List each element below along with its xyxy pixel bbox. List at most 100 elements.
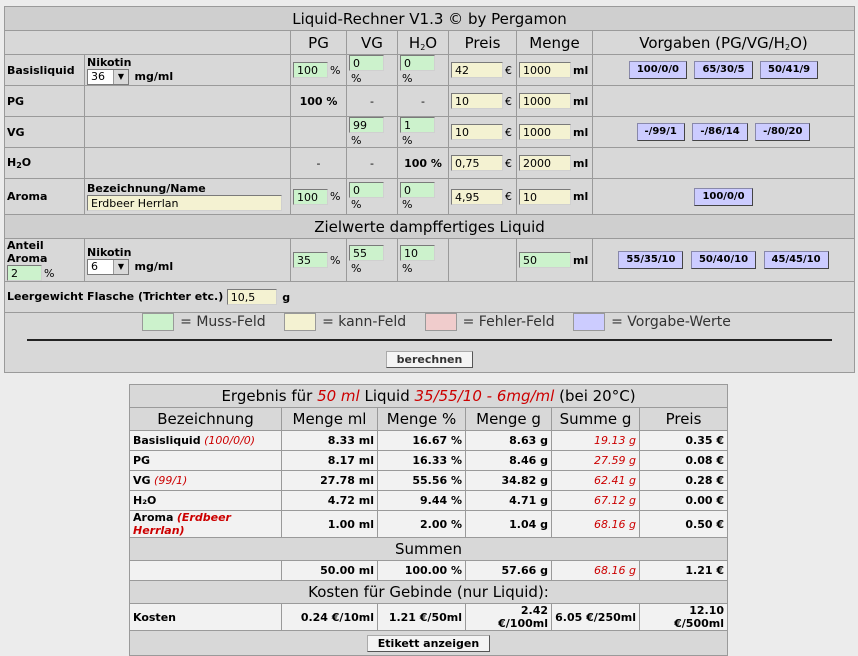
- row-name: H₂O: [133, 494, 157, 507]
- pg-empty: [84, 85, 291, 117]
- basis-pg-input[interactable]: 100: [293, 62, 328, 78]
- row-sum: 27.59 g: [551, 450, 640, 471]
- aroma-preset-button-1[interactable]: 100/0/0: [694, 187, 753, 206]
- row-vg: VG 99% 1% 10 € 1000 ml -/99/1 -/86/14 -/80…: [4, 116, 855, 148]
- row-preis: 0.35 €: [639, 430, 728, 451]
- aroma-name-input[interactable]: Erdbeer Herrlan: [87, 195, 282, 211]
- table-row: Aroma (Erdbeer Herrlan) 1.00 ml 2.00 % 1…: [129, 510, 728, 538]
- h2o-presets-empty: [592, 147, 855, 179]
- h2o-preis-input[interactable]: 0,75: [451, 155, 503, 171]
- ziel-nikotin-select[interactable]: 6 ▼: [87, 258, 129, 275]
- flasche-label: Leergewicht Flasche (Trichter etc.): [7, 290, 224, 303]
- table-row: PG 8.17 ml 16.33 % 8.46 g 27.59 g 0.08 €: [129, 450, 728, 471]
- chevron-down-icon: ▼: [113, 69, 128, 84]
- summen-g: 57.66 g: [465, 560, 552, 581]
- pg-menge-input[interactable]: 1000: [519, 93, 571, 109]
- ziel-vg-input[interactable]: 55: [349, 245, 384, 262]
- app-title: Liquid-Rechner V1.3 © by Pergamon: [4, 6, 855, 31]
- pct-unit: %: [330, 253, 341, 267]
- row-note: (99/1): [154, 474, 188, 487]
- result-title: Ergebnis für 50 ml Liquid 35/55/10 - 6mg…: [129, 384, 728, 408]
- row-name: VG: [133, 474, 151, 487]
- ziel-preset-button-3[interactable]: 45/45/10: [763, 251, 829, 269]
- aroma-vg-input[interactable]: 0: [349, 181, 384, 198]
- ziel-preset-button-2[interactable]: 50/40/10: [690, 251, 757, 269]
- eur-unit: €: [505, 156, 512, 170]
- row-aroma: Aroma Bezeichnung/Name Erdbeer Herrlan 1…: [4, 178, 855, 215]
- ml-unit: ml: [573, 253, 589, 267]
- row-pg: PG 100 % - - 10 € 1000 ml: [4, 85, 855, 117]
- h2o-label-o: O: [21, 156, 32, 169]
- basis-preset-button-2[interactable]: 65/30/5: [694, 61, 753, 79]
- h2o-menge-input[interactable]: 2000: [519, 155, 571, 171]
- ziel-nikotin-value: 6: [91, 259, 98, 273]
- row-preis: 0.28 €: [639, 470, 728, 491]
- basis-preis-input[interactable]: 42: [451, 62, 503, 78]
- pg-preis-input[interactable]: 10: [451, 93, 503, 109]
- row-ml: 1.00 ml: [281, 510, 378, 538]
- aroma-menge-input[interactable]: 10: [519, 188, 571, 205]
- aroma-h2o-input[interactable]: 0: [400, 181, 435, 198]
- vg-h2o-input[interactable]: 1: [400, 117, 435, 134]
- row-ml: 8.33 ml: [281, 430, 378, 451]
- aroma-preis-input[interactable]: 4,95: [451, 188, 503, 205]
- row-g: 34.82 g: [465, 470, 552, 491]
- basis-nikotin-cell: Nikotin 36 ▼ mg/ml: [84, 54, 291, 86]
- kosten-100ml: 2.42 €/100ml: [465, 603, 552, 631]
- ziel-menge-input[interactable]: 50: [519, 252, 571, 268]
- summen-sum: 68.16 g: [551, 560, 640, 581]
- ziel-h2o-input[interactable]: 10: [400, 245, 435, 262]
- result-title-b: Liquid: [359, 387, 415, 405]
- vg-label: VG: [4, 116, 85, 148]
- vg-vg-input[interactable]: 99: [349, 117, 384, 134]
- vg-preset-button-3[interactable]: -/80/20: [755, 123, 811, 141]
- aroma-pg-input[interactable]: 100: [293, 188, 328, 205]
- table-row: VG (99/1) 27.78 ml 55.56 % 34.82 g 62.41…: [129, 470, 728, 491]
- ziel-preset-button-1[interactable]: 55/35/10: [618, 251, 684, 269]
- header-vorgaben-text: Vorgaben (PG/VG/H: [639, 33, 785, 52]
- summen-row: 50.00 ml 100.00 % 57.66 g 68.16 g 1.21 €: [129, 560, 728, 581]
- legend-muss: = Muss-Feld: [180, 314, 266, 330]
- basis-preset-button-3[interactable]: 50/41/9: [760, 61, 819, 79]
- row-preis: 0.08 €: [639, 450, 728, 471]
- ziel-pg-input[interactable]: 35: [293, 252, 328, 268]
- header-h2o-h: H: [408, 33, 421, 52]
- basis-nikotin-select[interactable]: 36 ▼: [87, 68, 129, 85]
- flasche-input[interactable]: 10,5: [226, 289, 277, 305]
- ziel-anteil-input[interactable]: 2: [7, 265, 42, 281]
- row-flasche: Leergewicht Flasche (Trichter etc.) 10,5…: [4, 281, 855, 313]
- etikett-button[interactable]: Etikett anzeigen: [366, 634, 491, 652]
- col-menge-pct: Menge %: [377, 407, 466, 431]
- basis-nikotin-unit: mg/ml: [134, 70, 174, 83]
- aroma-label: Aroma: [4, 178, 85, 215]
- basis-vg-input[interactable]: 0: [349, 55, 384, 72]
- summen-pct: 100.00 %: [377, 560, 466, 581]
- berechnen-button[interactable]: berechnen: [385, 351, 474, 368]
- basis-menge-input[interactable]: 1000: [519, 62, 571, 78]
- ziel-section-title: Zielwerte dampffertiges Liquid: [4, 214, 855, 239]
- row-sum: 67.12 g: [551, 490, 640, 511]
- legend-kann: = kann-Feld: [322, 314, 407, 330]
- table-row: H₂O 4.72 ml 9.44 % 4.71 g 67.12 g 0.00 €: [129, 490, 728, 511]
- vg-preset-button-2[interactable]: -/86/14: [692, 123, 748, 141]
- result-title-amount: 50 ml: [317, 387, 360, 405]
- result-title-mix: 35/55/10 - 6mg/ml: [414, 387, 555, 405]
- basis-nikotin-label: Nikotin: [87, 55, 132, 69]
- row-g: 4.71 g: [465, 490, 552, 511]
- eur-unit: €: [505, 125, 512, 139]
- table-row: Basisliquid (100/0/0) 8.33 ml 16.67 % 8.…: [129, 430, 728, 451]
- basis-preset-button-1[interactable]: 100/0/0: [628, 61, 687, 79]
- basis-nikotin-value: 36: [91, 69, 105, 83]
- legend-swatch-vorgabe: [573, 313, 606, 331]
- vg-preis-input[interactable]: 10: [451, 124, 503, 140]
- ziel-anteil-label: Anteil Aroma: [7, 239, 48, 265]
- pct-unit: %: [44, 266, 55, 280]
- row-preis: 0.50 €: [639, 510, 728, 538]
- vg-preset-button-1[interactable]: -/99/1: [636, 123, 685, 141]
- basis-h2o-input[interactable]: 0: [400, 55, 435, 72]
- header-h2o: H2O: [397, 30, 449, 55]
- pct-unit: %: [402, 71, 413, 85]
- legend-swatch-kann: [284, 313, 317, 331]
- vg-menge-input[interactable]: 1000: [519, 124, 571, 140]
- ziel-nikotin-unit: mg/ml: [134, 260, 174, 273]
